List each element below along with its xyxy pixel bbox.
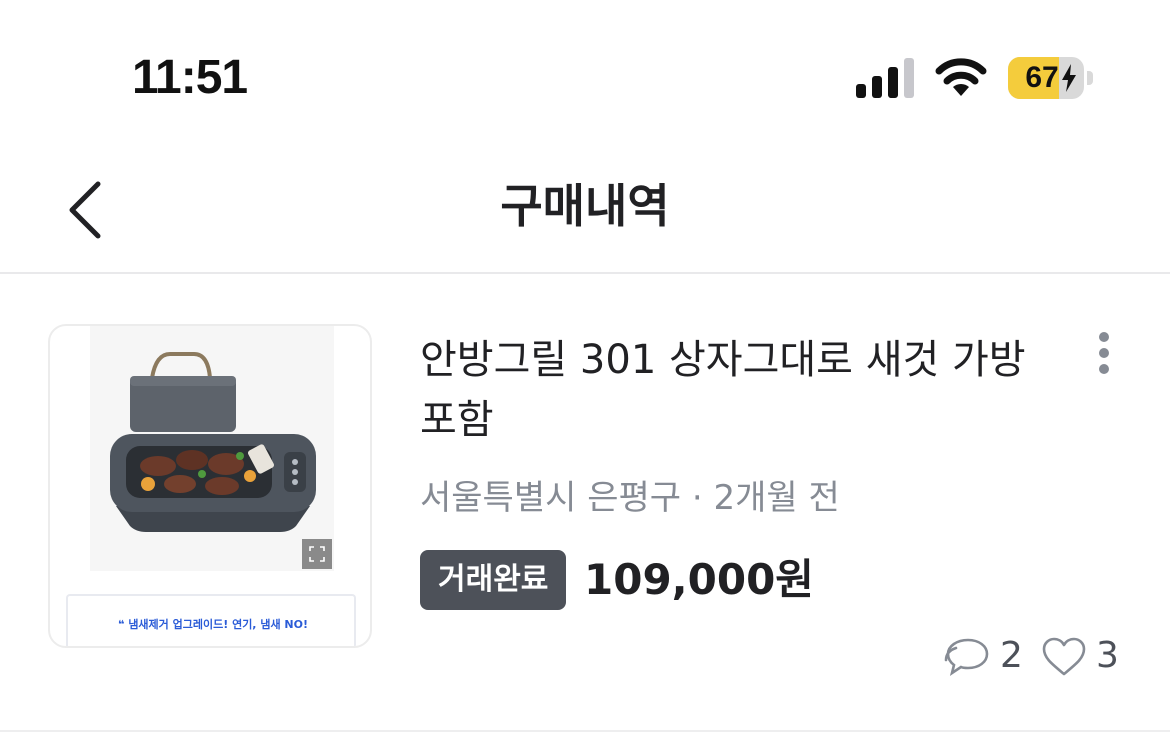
- item-thumbnail[interactable]: ❝ 냄새제거 업그레이드! 연기, 냄새 NO!: [48, 324, 372, 648]
- more-vertical-icon: [1099, 332, 1109, 342]
- back-button[interactable]: [56, 174, 116, 246]
- grill-product-image: [90, 326, 334, 571]
- wifi-icon: [935, 58, 987, 96]
- item-meta: 서울특별시 은평구 · 2개월 전: [420, 474, 840, 522]
- chat-icon: [944, 638, 989, 676]
- chevron-left-icon: [69, 181, 101, 239]
- cellular-signal-icon: [856, 58, 914, 98]
- thumbnail-promo-banner: ❝ 냄새제거 업그레이드! 연기, 냄새 NO!: [66, 594, 356, 646]
- heart-icon: [1042, 637, 1086, 676]
- thumbnail-promo-text: ❝ 냄새제거 업그레이드! 연기, 냄새 NO!: [118, 618, 308, 631]
- chat-count: 2: [1000, 635, 1023, 676]
- status-time: 11:51: [132, 51, 248, 104]
- more-options-button[interactable]: [1088, 328, 1120, 378]
- page-title: 구매내역: [500, 179, 670, 233]
- item-title[interactable]: 안방그릴 301 상자그대로 새것 가방포함: [420, 330, 1040, 450]
- battery-body: 67: [1008, 57, 1084, 99]
- app-header: 구매내역: [0, 150, 1170, 274]
- purchase-item-card[interactable]: ❝ 냄새제거 업그레이드! 연기, 냄새 NO! 안방그릴 301 상자그대로 …: [0, 276, 1170, 732]
- battery-nub: [1087, 71, 1093, 85]
- item-price: 109,000원: [584, 555, 814, 604]
- more-vertical-icon: [1099, 348, 1109, 358]
- item-time-ago: 2개월 전: [713, 478, 840, 518]
- battery-level: 67: [1025, 61, 1059, 94]
- item-location: 서울특별시 은평구: [420, 478, 682, 518]
- more-vertical-icon: [1099, 364, 1109, 374]
- status-bar: 11:51 67: [0, 0, 1170, 150]
- battery-charging-icon: 67: [1008, 57, 1094, 99]
- expand-icon: [302, 539, 332, 569]
- like-count: 3: [1096, 635, 1119, 676]
- meta-separator: ·: [681, 478, 714, 518]
- charging-bolt-icon: [1062, 64, 1076, 92]
- status-badge: 거래완료: [420, 550, 567, 610]
